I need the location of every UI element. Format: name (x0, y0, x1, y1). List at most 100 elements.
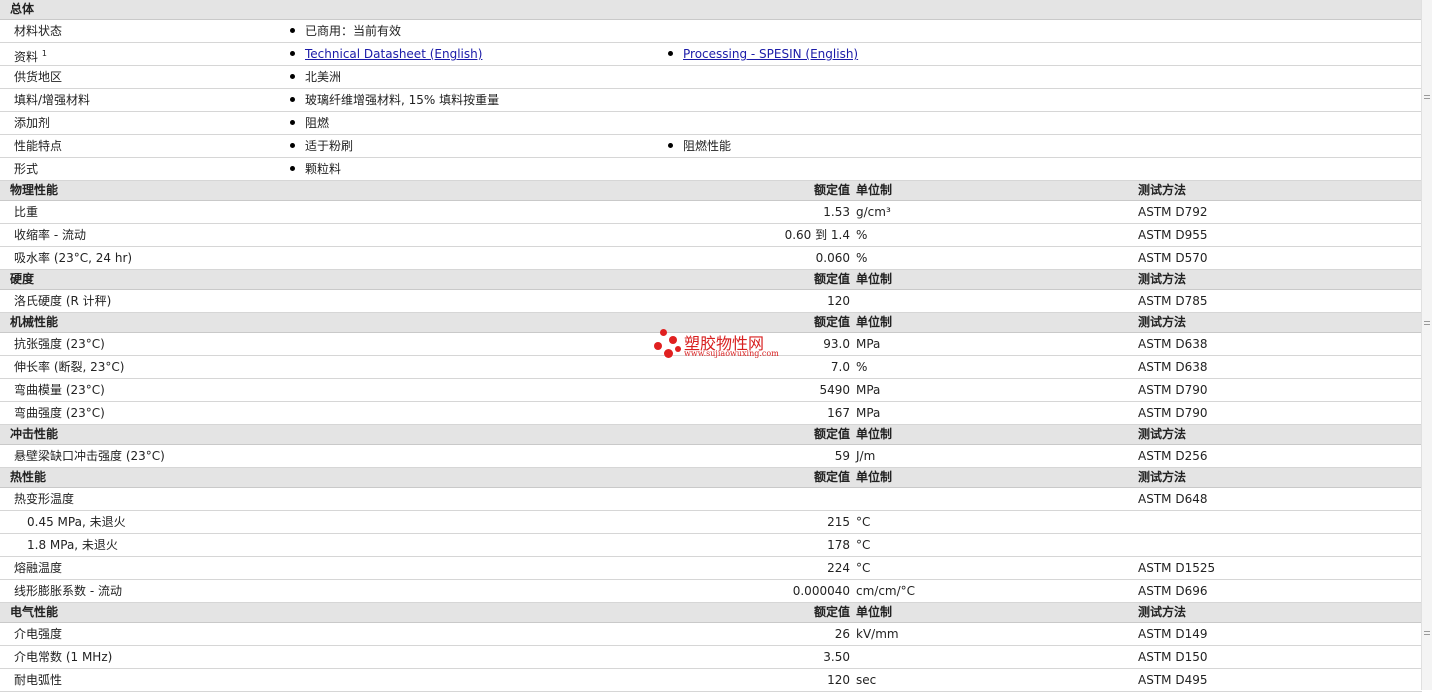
property-value-1: 适于粉刷 (290, 135, 353, 157)
property-unit: % (856, 228, 868, 242)
test-method: ASTM D696 (1138, 584, 1208, 598)
grip-icon[interactable] (1424, 630, 1430, 636)
column-unit-label: 单位制 (856, 605, 893, 619)
property-value-1: 玻璃纤维增强材料, 15% 填料按重量 (290, 89, 499, 111)
table-row: 添加剂 阻燃 (0, 112, 1422, 135)
property-name-text: 资料 (14, 50, 39, 64)
test-method: ASTM D648 (1138, 492, 1208, 506)
table-row: 弯曲强度 (23°C) 167 MPa ASTM D790 (0, 402, 1422, 425)
property-name: 吸水率 (23°C, 24 hr) (14, 251, 133, 265)
table-row: 悬壁梁缺口冲击强度 (23°C) 59 J/m ASTM D256 (0, 445, 1422, 468)
column-unit-label: 单位制 (856, 183, 893, 197)
test-method: ASTM D495 (1138, 673, 1208, 687)
bullet-text: 已商用：当前有效 (305, 24, 402, 38)
property-value-2: 阻燃性能 (668, 135, 731, 157)
table-row: 收缩率 - 流动 0.60 到 1.4% ASTM D955 (0, 224, 1422, 247)
property-unit: kV/mm (856, 627, 899, 641)
property-value-1: Technical Datasheet (English) (290, 43, 482, 65)
property-unit: °C (856, 538, 871, 552)
property-name-text: 填料/增强材料 (14, 93, 91, 107)
column-nominal-label: 额定值 (813, 427, 850, 441)
property-name: 资料 1 (14, 43, 47, 68)
property-name-text: 添加剂 (14, 116, 51, 130)
property-unit: MPa (856, 383, 881, 397)
test-method: ASTM D1525 (1138, 561, 1216, 575)
table-row: 洛氏硬度 (R 计秤) 120 ASTM D785 (0, 290, 1422, 313)
bullet-text: 北美洲 (305, 70, 342, 84)
section-title: 物理性能 (10, 183, 59, 197)
section-header: 冲击性能 额定值 单位制 测试方法 (0, 425, 1422, 445)
datasheet-link[interactable]: Processing - SPESIN (English) (683, 47, 858, 61)
property-value: 120 (827, 673, 850, 687)
test-method: ASTM D150 (1138, 650, 1208, 664)
table-row: 1.8 MPa, 未退火 178 °C (0, 534, 1422, 557)
bullet-icon (668, 143, 673, 148)
property-name: 材料状态 (14, 20, 62, 42)
property-name: 线形膨胀系数 - 流动 (14, 584, 122, 598)
table-row: 耐电弧性 120 sec ASTM D495 (0, 669, 1422, 692)
property-unit: % (856, 360, 868, 374)
property-value: 1.53 (823, 205, 850, 219)
section-title: 冲击性能 (10, 427, 59, 441)
property-value: 0.60 到 1.4 (784, 228, 850, 242)
column-test-label: 测试方法 (1138, 605, 1187, 619)
property-name-text: 供货地区 (14, 70, 63, 84)
table-row: 材料状态 已商用：当前有效 (0, 20, 1422, 43)
property-value: 224 (827, 561, 850, 575)
property-value-1: 已商用：当前有效 (290, 20, 401, 42)
column-unit-label: 单位制 (856, 470, 893, 484)
test-method: ASTM D785 (1138, 294, 1208, 308)
table-row: 供货地区 北美洲 (0, 66, 1422, 89)
section-title: 热性能 (10, 470, 47, 484)
section-header: 电气性能 额定值 单位制 测试方法 (0, 603, 1422, 623)
grip-icon[interactable] (1424, 94, 1430, 100)
property-unit: J/m (856, 449, 876, 463)
property-name: 添加剂 (14, 112, 50, 134)
property-unit: g/cm³ (856, 205, 891, 219)
test-method: ASTM D792 (1138, 205, 1208, 219)
column-nominal-label: 额定值 (813, 470, 850, 484)
test-method: ASTM D790 (1138, 383, 1208, 397)
table-row: 资料 1 Technical Datasheet (English) Process… (0, 43, 1422, 66)
test-method: ASTM D638 (1138, 337, 1208, 351)
table-row: 比重 1.53 g/cm³ ASTM D792 (0, 201, 1422, 224)
table-row: 熔融温度 224 °C ASTM D1525 (0, 557, 1422, 580)
section-title: 电气性能 (10, 605, 59, 619)
property-name: 0.45 MPa, 未退火 (27, 515, 126, 529)
column-test-label: 测试方法 (1138, 470, 1187, 484)
bullet-text: 阻燃 (305, 116, 330, 130)
property-name: 悬壁梁缺口冲击强度 (23°C) (14, 449, 165, 463)
datasheet-link[interactable]: Technical Datasheet (English) (305, 47, 482, 61)
property-name-text: 形式 (14, 162, 39, 176)
test-method: ASTM D955 (1138, 228, 1208, 242)
column-nominal-label: 额定值 (813, 605, 850, 619)
table-row: 0.45 MPa, 未退火 215 °C (0, 511, 1422, 534)
test-method: ASTM D149 (1138, 627, 1208, 641)
property-value: 3.50 (823, 650, 850, 664)
column-unit-label: 单位制 (856, 427, 893, 441)
table-row: 介电强度 26 kV/mm ASTM D149 (0, 623, 1422, 646)
property-unit: °C (856, 515, 871, 529)
grip-icon[interactable] (1424, 320, 1430, 326)
table-row: 吸水率 (23°C, 24 hr) 0.060% ASTM D570 (0, 247, 1422, 270)
column-nominal-label: 额定值 (813, 272, 850, 286)
section-title: 硬度 (10, 272, 35, 286)
property-value-2: Processing - SPESIN (English) (668, 43, 858, 65)
property-value-1: 阻燃 (290, 112, 329, 134)
section-title: 总体 (10, 2, 35, 16)
property-value: 26 (834, 627, 850, 641)
property-value-1: 颗粒料 (290, 158, 341, 180)
property-name-text: 性能特点 (14, 139, 63, 153)
property-name: 耐电弧性 (14, 673, 63, 687)
column-nominal-label: 额定值 (813, 183, 850, 197)
bullet-icon (290, 74, 295, 79)
table-row: 热变形温度 ASTM D648 (0, 488, 1422, 511)
property-name: 洛氏硬度 (R 计秤) (14, 294, 112, 308)
property-name: 弯曲强度 (23°C) (14, 406, 105, 420)
property-name: 介电常数 (1 MHz) (14, 650, 113, 664)
watermark-url: www.sujiaowuxing.com (684, 349, 779, 358)
property-value: 167 (827, 406, 850, 420)
property-name: 熔融温度 (14, 561, 63, 575)
column-test-label: 测试方法 (1138, 315, 1187, 329)
property-unit: MPa (856, 337, 881, 351)
